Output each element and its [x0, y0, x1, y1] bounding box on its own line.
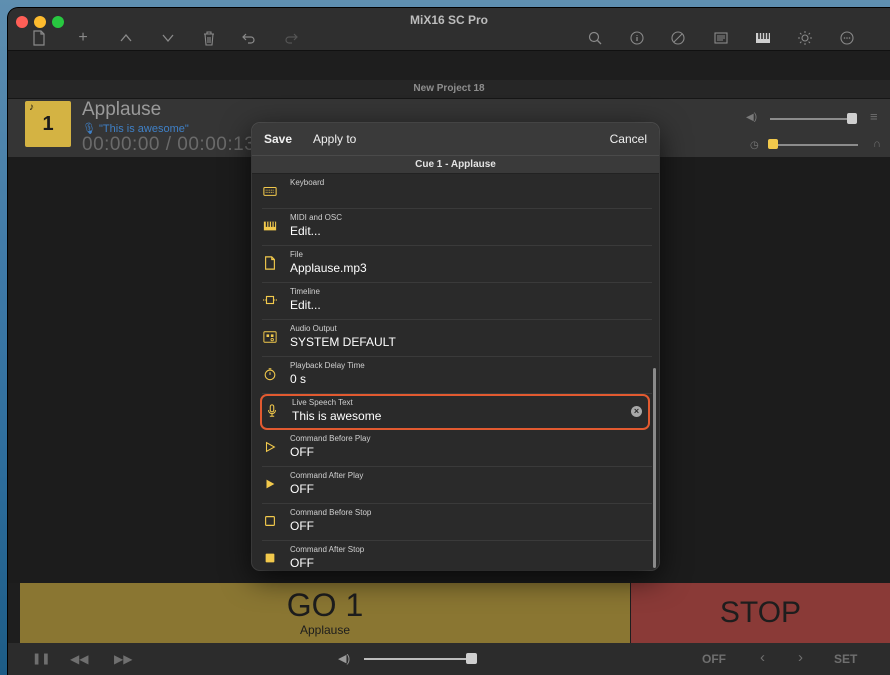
- redo-icon[interactable]: [280, 28, 302, 48]
- timer-icon: [262, 367, 278, 383]
- setting-label: Command After Play: [290, 471, 364, 480]
- setting-label: Command Before Play: [290, 434, 371, 443]
- set-button[interactable]: SET: [834, 652, 857, 666]
- clear-text-icon[interactable]: ×: [631, 406, 642, 417]
- cue-number: 1: [42, 113, 54, 135]
- toolbar: +: [8, 28, 890, 50]
- setting-command-before-play[interactable]: Command Before Play OFF: [262, 430, 652, 467]
- setting-label: Playback Delay Time: [290, 361, 365, 370]
- setting-value: SYSTEM DEFAULT: [290, 335, 396, 349]
- stop-outline-icon: [262, 514, 278, 530]
- disable-icon[interactable]: [667, 28, 689, 48]
- cancel-button[interactable]: Cancel: [610, 132, 647, 146]
- piano-keys-icon: [262, 219, 278, 235]
- move-up-icon[interactable]: [115, 28, 137, 48]
- setting-label: Live Speech Text: [292, 398, 353, 407]
- setting-file[interactable]: File Applause.mp3: [262, 246, 652, 283]
- fast-forward-icon[interactable]: ▶▶: [114, 652, 132, 666]
- setting-midi-osc[interactable]: MIDI and OSC Edit...: [262, 209, 652, 246]
- go-button[interactable]: GO 1 Applause: [20, 583, 630, 643]
- volume-slider-knob[interactable]: [847, 113, 857, 124]
- stop-button[interactable]: STOP: [631, 583, 890, 643]
- setting-command-before-stop[interactable]: Command Before Stop OFF: [262, 504, 652, 541]
- setting-value: OFF: [290, 482, 314, 496]
- undo-icon[interactable]: [238, 28, 260, 48]
- headphones-icon[interactable]: ∩: [873, 138, 881, 150]
- master-volume-track[interactable]: [364, 658, 468, 660]
- window-title: MiX16 SC Pro: [409, 13, 489, 27]
- cue-name: Applause: [82, 99, 162, 120]
- file-icon: [262, 256, 278, 272]
- volume-icon: ◀): [746, 112, 758, 123]
- setting-value: 0 s: [290, 372, 307, 386]
- off-button[interactable]: OFF: [702, 652, 726, 666]
- previous-icon[interactable]: ‹: [760, 649, 765, 666]
- play-filled-icon: [262, 477, 278, 493]
- add-icon[interactable]: +: [72, 28, 94, 48]
- setting-audio-output[interactable]: Audio Output SYSTEM DEFAULT: [262, 320, 652, 357]
- setting-command-after-play[interactable]: Command After Play OFF: [262, 467, 652, 504]
- trash-icon[interactable]: [198, 28, 220, 48]
- setting-timeline[interactable]: Timeline Edit...: [262, 283, 652, 320]
- setting-value: Edit...: [290, 298, 321, 312]
- rewind-icon[interactable]: ◀◀: [70, 652, 88, 666]
- clock-icon: ◷: [750, 140, 759, 151]
- sheet-subtitle: Cue 1 - Applause: [252, 155, 659, 174]
- position-slider-knob[interactable]: [768, 139, 778, 149]
- keyboard-icon: [262, 184, 278, 200]
- go-sub-label: Applause: [299, 623, 351, 637]
- save-button[interactable]: Save: [264, 132, 292, 146]
- microphone-icon: [264, 404, 280, 420]
- master-volume-icon: ◀): [338, 653, 351, 665]
- setting-value: OFF: [290, 445, 314, 459]
- settings-list: Keyboard MIDI and OSC Edit... File Appla…: [252, 174, 652, 570]
- move-down-icon[interactable]: [157, 28, 179, 48]
- more-icon[interactable]: [836, 28, 858, 48]
- info-icon[interactable]: [626, 28, 648, 48]
- audio-output-icon: [262, 330, 278, 346]
- transport-bar: ❚❚ ◀◀ ▶▶ ◀) OFF ‹ › SET: [8, 643, 890, 675]
- search-icon[interactable]: [584, 28, 606, 48]
- sheet-scrollbar[interactable]: [653, 368, 656, 568]
- setting-label: Timeline: [290, 287, 320, 296]
- apply-to-button[interactable]: Apply to: [313, 132, 356, 146]
- next-icon[interactable]: ›: [798, 649, 803, 666]
- cue-time: 00:00:00 / 00:00:13: [82, 134, 256, 155]
- setting-keyboard[interactable]: Keyboard: [262, 174, 652, 209]
- setting-label: Command After Stop: [290, 545, 365, 554]
- position-slider-track[interactable]: [778, 144, 858, 146]
- setting-label: Command Before Stop: [290, 508, 372, 517]
- pause-icon[interactable]: ❚❚: [32, 652, 50, 665]
- setting-label: MIDI and OSC: [290, 213, 343, 222]
- sheet-header: Save Apply to Cancel: [252, 123, 659, 155]
- cue-number-badge: ♪ 1: [25, 101, 71, 147]
- music-note-icon: ♪: [29, 102, 34, 113]
- setting-live-speech-text[interactable]: Live Speech Text This is awesome ×: [260, 394, 650, 430]
- master-volume-knob[interactable]: [466, 653, 477, 664]
- cue-edit-sheet: Save Apply to Cancel Cue 1 - Applause Ke…: [252, 123, 659, 570]
- setting-label: File: [290, 250, 303, 259]
- volume-slider-track[interactable]: [770, 118, 854, 120]
- live-speech-text-input[interactable]: This is awesome: [292, 409, 381, 423]
- go-label: GO 1: [286, 587, 364, 623]
- setting-label: Audio Output: [290, 324, 337, 333]
- notes-icon[interactable]: [710, 28, 732, 48]
- setting-command-after-stop[interactable]: Command After Stop OFF: [262, 541, 652, 570]
- brightness-icon[interactable]: [794, 28, 816, 48]
- stop-filled-icon: [262, 551, 278, 567]
- menu-icon[interactable]: ≡: [870, 109, 878, 124]
- setting-value: Edit...: [290, 224, 321, 238]
- setting-value: OFF: [290, 556, 314, 570]
- setting-value: OFF: [290, 519, 314, 533]
- play-outline-icon: [262, 440, 278, 456]
- piano-keys-icon[interactable]: [752, 28, 774, 48]
- title-bar: MiX16 SC Pro +: [8, 8, 890, 51]
- project-title: New Project 18: [8, 80, 890, 99]
- new-file-icon[interactable]: [28, 28, 50, 48]
- setting-playback-delay[interactable]: Playback Delay Time 0 s: [262, 357, 652, 394]
- setting-value: Applause.mp3: [290, 261, 367, 275]
- timeline-icon: [262, 293, 278, 309]
- setting-label: Keyboard: [290, 178, 325, 187]
